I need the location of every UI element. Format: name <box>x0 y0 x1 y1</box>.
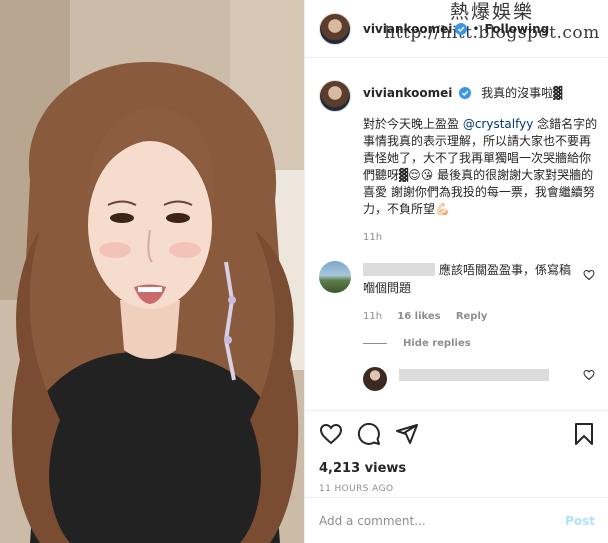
caption-text: 對於今天晚上盈盈 @crystalfyy 念錯名字的事情我真的表示理解，所以請大… <box>363 116 599 218</box>
bookmark-icon[interactable] <box>573 422 595 446</box>
comment-likes[interactable]: 16 likes <box>397 311 440 322</box>
comment-input[interactable] <box>319 513 566 528</box>
heart-icon[interactable] <box>319 422 343 446</box>
following-button[interactable]: Following <box>485 22 550 36</box>
header-separator: • <box>472 21 480 36</box>
caption-text-before: 對於今天晚上盈盈 <box>363 117 463 131</box>
post-header: viviankoomei • Following <box>305 0 608 58</box>
redacted-username <box>363 263 435 276</box>
hide-replies-button[interactable]: Hide replies <box>363 338 599 349</box>
hide-replies-line <box>363 343 387 344</box>
reply-avatar[interactable] <box>363 367 387 391</box>
caption-username[interactable]: viviankoomei <box>363 86 452 100</box>
comments-section[interactable]: viviankoomei 我真的沒事啦▓ 對於今天晚上盈盈 @crystalfy… <box>319 70 599 410</box>
post-button[interactable]: Post <box>565 514 595 528</box>
verified-badge-icon <box>455 22 468 35</box>
caption-title: 我真的沒事啦▓ <box>481 86 563 100</box>
post-actions: 4,213 views 11 HOURS AGO <box>305 410 608 494</box>
view-count[interactable]: 4,213 views <box>319 461 595 476</box>
post-timestamp: 11 HOURS AGO <box>319 484 394 494</box>
caption-avatar[interactable] <box>319 80 351 112</box>
post-media[interactable] <box>0 0 304 543</box>
redacted-reply <box>399 369 549 381</box>
comment-text-row: 應該唔關盈盈事，係寫稿嗰個問題 <box>363 261 573 297</box>
header-username[interactable]: viviankoomei <box>363 22 452 36</box>
reply-heart-icon[interactable] <box>583 369 595 381</box>
commenter-avatar[interactable] <box>319 261 351 293</box>
post-caption: viviankoomei 我真的沒事啦▓ 對於今天晚上盈盈 @crystalfy… <box>319 70 599 243</box>
mention-link[interactable]: @crystalfyy <box>463 117 534 131</box>
comment-time: 11h <box>363 311 383 322</box>
share-icon[interactable] <box>395 422 419 446</box>
avatar[interactable] <box>319 12 351 45</box>
add-comment-bar: Post <box>305 497 608 543</box>
hide-replies-label: Hide replies <box>403 338 471 349</box>
comment-item: 應該唔關盈盈事，係寫稿嗰個問題 11h 16 likes Reply <box>319 261 599 322</box>
comment-meta: 11h 16 likes Reply <box>363 311 573 322</box>
caption-body: viviankoomei 我真的沒事啦▓ 對於今天晚上盈盈 @crystalfy… <box>363 70 599 243</box>
caption-text-after: 念錯名字的事情我真的表示理解，所以請大家也不要再責怪她了，大不了我再單獨唱一次哭… <box>363 117 598 216</box>
action-icons <box>319 421 595 447</box>
post-side-panel: viviankoomei • Following viviankoomei 我真… <box>304 0 608 543</box>
comment-body: 應該唔關盈盈事，係寫稿嗰個問題 11h 16 likes Reply <box>363 261 573 322</box>
comment-icon[interactable] <box>357 422 381 446</box>
portrait-image <box>0 0 304 543</box>
comment-heart-icon[interactable] <box>583 269 595 281</box>
caption-header: viviankoomei 我真的沒事啦▓ <box>363 84 599 102</box>
caption-time: 11h <box>363 232 383 243</box>
reply-item <box>363 367 599 391</box>
verified-badge-icon <box>459 87 472 99</box>
reply-button[interactable]: Reply <box>456 311 488 322</box>
